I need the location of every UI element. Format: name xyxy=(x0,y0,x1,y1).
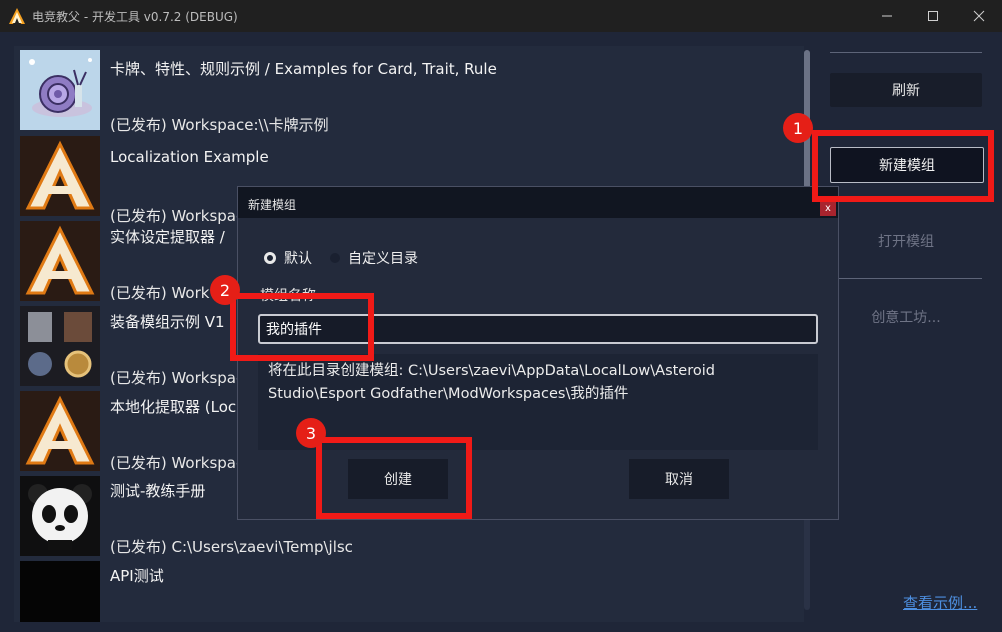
workshop-button[interactable]: 创意工坊... xyxy=(830,300,982,334)
logo-a-icon xyxy=(20,136,100,216)
open-mod-button[interactable]: 打开模组 xyxy=(830,224,982,258)
radio-selected-icon xyxy=(264,252,276,264)
logo-thumbnail xyxy=(20,391,100,471)
annotation-badge-1: 1 xyxy=(783,113,813,143)
mod-name: 装备模组示例 V1 xyxy=(110,313,225,331)
mod-workspace: (已发布) Work xyxy=(110,284,210,302)
annotation-badge-3: 3 xyxy=(296,418,326,448)
minimize-button[interactable] xyxy=(864,0,910,32)
mod-workspace: (已发布) Workspac xyxy=(110,454,245,472)
highlight-box xyxy=(812,130,994,202)
mod-name: 测试-教练手册 xyxy=(110,482,206,500)
blank-thumbnail xyxy=(20,561,100,622)
logo-a-icon xyxy=(20,221,100,301)
mod-workspace: (已发布) Workspace:\\卡牌示例 xyxy=(110,116,329,134)
radio-unselected-icon xyxy=(330,253,340,263)
equipment-thumbnail xyxy=(20,306,100,386)
list-item[interactable]: 卡牌、特性、规则示例 / Examples for Card, Trait, R… xyxy=(14,50,804,136)
maximize-button[interactable] xyxy=(910,0,956,32)
close-button[interactable] xyxy=(956,0,1002,32)
radio-custom-label: 自定义目录 xyxy=(348,251,418,267)
logo-a-icon xyxy=(20,391,100,471)
divider xyxy=(830,52,982,53)
path-preview: 将在此目录创建模组: C:\Users\zaevi\AppData\LocalL… xyxy=(258,354,818,450)
logo-thumbnail xyxy=(20,136,100,216)
minimize-icon xyxy=(882,15,892,17)
divider xyxy=(830,278,982,279)
highlight-box xyxy=(230,293,374,361)
mod-name: 实体设定提取器 / xyxy=(110,228,225,246)
radio-custom-dir[interactable]: 自定义目录 xyxy=(330,248,418,268)
annotation-badge-2: 2 xyxy=(210,275,240,305)
highlight-box xyxy=(316,437,472,519)
app-logo-icon xyxy=(9,8,25,24)
panda-icon xyxy=(20,476,100,556)
mod-name: Localization Example xyxy=(110,148,269,166)
mod-workspace: (已发布) C:\Users\zaevi\Temp\jlsc xyxy=(110,538,353,556)
refresh-button[interactable]: 刷新 xyxy=(830,73,982,107)
mod-name: 本地化提取器 (Loc xyxy=(110,398,237,416)
mod-workspace: (已发布) Workspac xyxy=(110,369,245,387)
logo-thumbnail xyxy=(20,221,100,301)
list-item[interactable]: API测试 xyxy=(14,561,804,622)
window-titlebar: 电竞教父 - 开发工具 v0.7.2 (DEBUG) xyxy=(0,0,1002,32)
close-icon xyxy=(973,10,985,22)
mod-name: 卡牌、特性、规则示例 / Examples for Card, Trait, R… xyxy=(110,60,497,78)
mod-name: API测试 xyxy=(110,567,164,585)
path-text: 将在此目录创建模组: C:\Users\zaevi\AppData\LocalL… xyxy=(268,363,715,402)
window-title: 电竞教父 - 开发工具 v0.7.2 (DEBUG) xyxy=(32,10,238,24)
panda-thumbnail xyxy=(20,476,100,556)
dialog-close-button[interactable]: x xyxy=(820,202,836,216)
dialog-title: 新建模组 xyxy=(248,198,297,212)
snail-icon xyxy=(29,58,92,117)
view-examples-link[interactable]: 查看示例... xyxy=(903,592,977,613)
dialog-titlebar: 新建模组 xyxy=(238,187,838,218)
snail-thumbnail xyxy=(20,50,100,130)
maximize-icon xyxy=(928,11,938,21)
radio-default-label: 默认 xyxy=(284,251,312,267)
radio-default[interactable]: 默认 xyxy=(264,248,312,268)
cancel-button[interactable]: 取消 xyxy=(629,459,729,499)
equipment-icon xyxy=(20,306,100,386)
